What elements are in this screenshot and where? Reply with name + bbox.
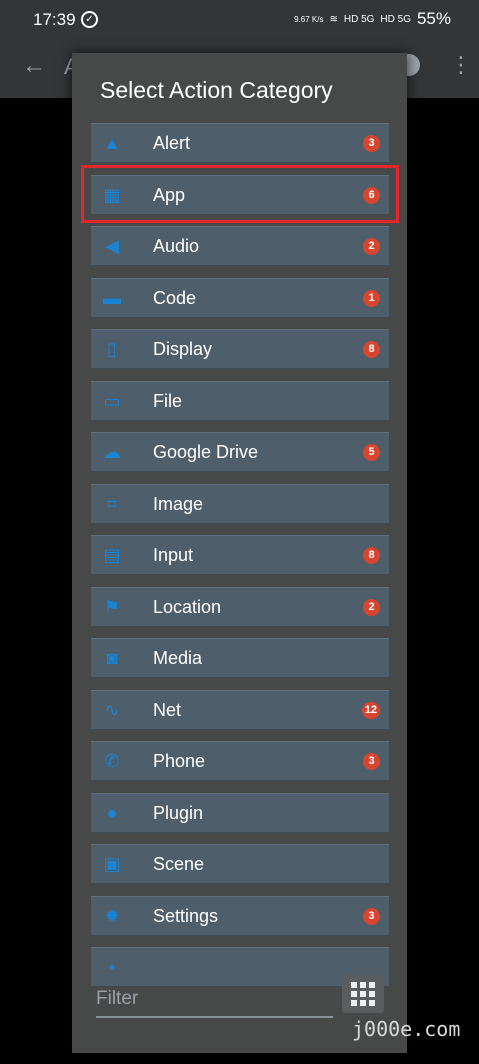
wifi-icon: ≋ — [329, 13, 338, 25]
gear-icon: ✹ — [104, 906, 120, 926]
category-item-label: Alert — [153, 133, 191, 153]
category-item-alert[interactable]: ▲ Alert 3 — [91, 123, 389, 163]
more-vert-icon[interactable]: ⋮ — [450, 52, 472, 78]
grid-dot — [351, 982, 357, 988]
count-badge: 3 — [363, 753, 380, 770]
category-item-net[interactable]: ∿ Net 12 — [91, 690, 389, 730]
count-badge: 2 — [363, 238, 380, 255]
category-item-audio[interactable]: ◀ Audio 2 — [91, 226, 389, 266]
filter-input[interactable] — [96, 982, 333, 1018]
count-badge: 8 — [363, 341, 380, 358]
count-badge: 5 — [363, 444, 380, 461]
category-list[interactable]: ▲ Alert 3 ▦ App 6 ◀ Audio 2 ▬ Code 1 ▯ Display 8 ▭ File ☁… — [72, 123, 407, 996]
category-item-label: Phone — [153, 751, 206, 771]
count-badge: 3 — [363, 908, 380, 925]
grid-dot — [360, 1000, 366, 1006]
signal-icon: ∿ — [104, 700, 120, 720]
status-indicators: 9.67 K/s ≋ HD 5G HD 5G 55% — [294, 9, 451, 29]
count-badge: 12 — [361, 702, 380, 719]
network-speed: 9.67 K/s — [294, 14, 324, 24]
code-icon: ▬ — [103, 288, 121, 308]
keypad-icon: ▤ — [103, 545, 121, 565]
category-item-label: Net — [153, 700, 182, 720]
category-item-label: Image — [153, 494, 204, 514]
check-circle-icon: ✓ — [81, 11, 98, 28]
network-indicator-1: HD 5G — [343, 13, 375, 25]
count-badge: 8 — [363, 547, 380, 564]
grid-dot — [351, 1000, 357, 1006]
watermark: j000e.com — [352, 1017, 461, 1041]
arrow-left-icon[interactable]: ← — [22, 52, 46, 80]
category-item-plugin[interactable]: ● Plugin — [91, 793, 389, 833]
category-item-label: Location — [153, 597, 222, 617]
status-time: 17:39 — [33, 10, 76, 29]
scene-icon: ▣ — [103, 854, 121, 874]
grid-dot — [369, 1000, 375, 1006]
category-item-label: File — [153, 391, 183, 411]
phone-display-icon: ▯ — [107, 339, 117, 359]
category-item-label: Audio — [153, 236, 200, 256]
category-item-settings[interactable]: ✹ Settings 3 — [91, 896, 389, 936]
crop-icon: ⌗ — [106, 494, 118, 514]
battery-percent: 55% — [416, 9, 451, 28]
category-item-scene[interactable]: ▣ Scene — [91, 844, 389, 884]
grid-dot — [369, 982, 375, 988]
category-item-phone[interactable]: ✆ Phone 3 — [91, 741, 389, 781]
category-item-input[interactable]: ▤ Input 8 — [91, 535, 389, 575]
phone-icon: ✆ — [104, 751, 120, 771]
cloud-icon: ☁ — [103, 442, 121, 462]
select-action-category-dialog: Select Action Category ▲ Alert 3 ▦ App 6 ◀ Audi… — [72, 53, 407, 1053]
grid-dot — [369, 991, 375, 997]
folder-icon: ▭ — [103, 391, 121, 411]
flag-icon: ⚑ — [103, 597, 121, 617]
selection-highlight — [81, 165, 399, 223]
category-item-media[interactable]: ◙ Media — [91, 638, 389, 678]
plug-icon: ● — [106, 803, 118, 823]
category-item-code[interactable]: ▬ Code 1 — [91, 278, 389, 318]
category-item-image[interactable]: ⌗ Image — [91, 484, 389, 524]
grid-dot — [360, 991, 366, 997]
category-item-location[interactable]: ⚑ Location 2 — [91, 587, 389, 627]
count-badge: 2 — [363, 599, 380, 616]
camera-icon: ◙ — [106, 648, 118, 668]
speaker-icon: ◀ — [105, 236, 119, 256]
category-item-google-drive[interactable]: ☁ Google Drive 5 — [91, 432, 389, 472]
category-item-label: Media — [153, 648, 203, 668]
category-item-label: Plugin — [153, 803, 204, 823]
category-item-label: Input — [153, 545, 194, 565]
grid-dot — [351, 991, 357, 997]
grid-dot — [360, 982, 366, 988]
status-bar: 17:39 ✓ 9.67 K/s ≋ HD 5G HD 5G 55% — [0, 0, 479, 40]
warning-icon: ▲ — [103, 133, 121, 153]
grid-icon[interactable] — [342, 975, 384, 1013]
category-item-display[interactable]: ▯ Display 8 — [91, 329, 389, 369]
network-indicator-2: HD 5G — [380, 13, 411, 25]
category-item-file[interactable]: ▭ File — [91, 381, 389, 421]
partial-icon: • — [108, 957, 116, 977]
dialog-title: Select Action Category — [100, 77, 333, 103]
count-badge: 1 — [363, 290, 380, 307]
category-item-label: Code — [153, 288, 197, 308]
count-badge: 3 — [363, 135, 380, 152]
category-item-label: Settings — [153, 906, 219, 926]
category-item-label: Display — [153, 339, 213, 359]
category-item-label: Scene — [153, 854, 205, 874]
category-item-label: Google Drive — [153, 442, 259, 462]
